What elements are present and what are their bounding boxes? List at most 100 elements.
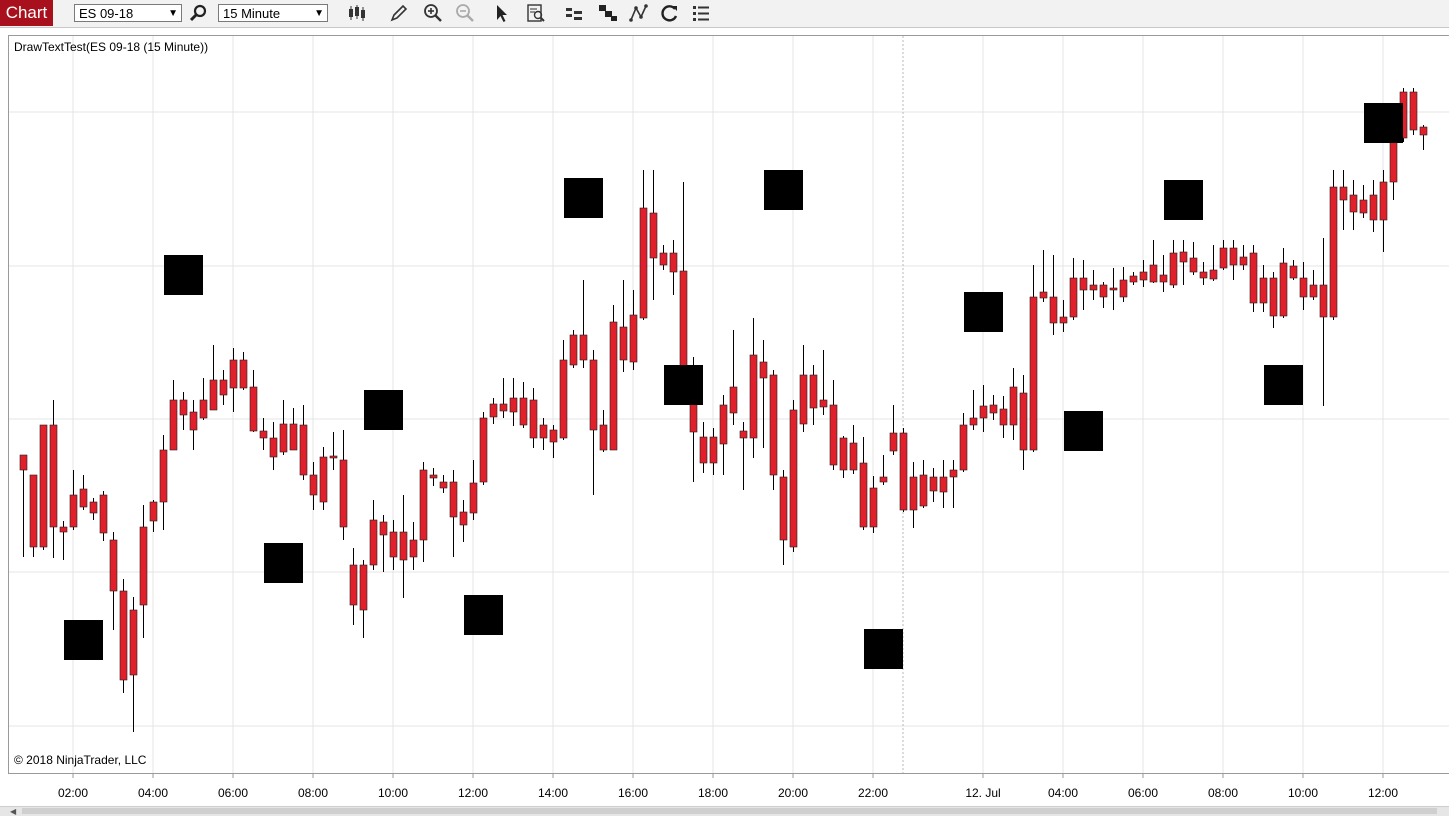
candle-down: [559, 359, 568, 439]
scroll-thumb[interactable]: [22, 808, 1437, 814]
candle-down: [329, 455, 338, 459]
candle-down: [509, 397, 518, 413]
candle-down: [489, 403, 498, 418]
candle-down: [1129, 275, 1138, 283]
candle-down: [1389, 136, 1398, 183]
candle-down: [839, 437, 848, 471]
candle-down: [319, 456, 328, 503]
candle-down: [349, 564, 358, 606]
copyright-notice: © 2018 NinjaTrader, LLC: [14, 753, 147, 767]
x-axis-label: 12:00: [1368, 786, 1398, 800]
candle-down: [399, 531, 408, 561]
candle-down: [829, 404, 838, 466]
candle-down: [289, 423, 298, 451]
candle-down: [999, 408, 1008, 426]
candle-down: [989, 404, 998, 414]
candle-down: [459, 511, 468, 526]
candle-down: [549, 429, 558, 443]
x-axis-label: 06:00: [1128, 786, 1158, 800]
candle-down: [649, 212, 658, 259]
candle-down: [419, 469, 428, 541]
candle-down: [1279, 262, 1288, 317]
indicator-label: DrawTextTest(ES 09-18 (15 Minute)): [14, 40, 209, 54]
candle-down: [69, 494, 78, 528]
candle-down: [539, 424, 548, 439]
candle-down: [279, 423, 288, 453]
candle-down: [1019, 392, 1028, 451]
candle-down: [709, 436, 718, 464]
candle-down: [109, 539, 118, 592]
candle-down: [1259, 277, 1268, 304]
candle-down: [439, 481, 448, 489]
candle-down: [1349, 194, 1358, 213]
draw-text-square: [1064, 411, 1103, 451]
candle-down: [699, 436, 708, 464]
candle-down: [659, 252, 668, 266]
draw-text-square: [264, 543, 303, 583]
candle-down: [969, 417, 978, 426]
candle-down: [1109, 287, 1118, 291]
candle-down: [1009, 386, 1018, 426]
candle-down: [1269, 277, 1278, 317]
candle-down: [1409, 91, 1418, 131]
candle-down: [739, 430, 748, 439]
candle-down: [409, 539, 418, 558]
candle-down: [1369, 194, 1378, 221]
x-axis-label: 14:00: [538, 786, 568, 800]
candle-down: [779, 476, 788, 541]
candle-down: [129, 609, 138, 676]
candle-down: [519, 397, 528, 426]
candle-down: [849, 442, 858, 471]
candle-down: [169, 399, 178, 451]
candle-down: [1139, 271, 1148, 281]
candle-down: [369, 519, 378, 566]
candle-down: [1319, 284, 1328, 318]
candle-down: [239, 359, 248, 389]
candle-down: [379, 521, 388, 536]
candle-down: [89, 501, 98, 514]
candle-down: [479, 417, 488, 483]
candle-down: [49, 424, 58, 528]
candle-down: [149, 501, 158, 522]
candle-down: [1339, 186, 1348, 201]
candle-down: [599, 424, 608, 451]
draw-text-square: [364, 390, 403, 430]
candle-down: [769, 374, 778, 476]
candle-down: [889, 432, 898, 452]
candle-down: [1249, 252, 1258, 304]
candle-down: [629, 314, 638, 363]
candle-down: [859, 462, 868, 528]
candle-down: [749, 354, 758, 439]
candle-down: [339, 459, 348, 528]
candle-down: [1029, 296, 1038, 451]
candle-down: [729, 386, 738, 414]
candle-down: [819, 399, 828, 408]
candle-down: [1209, 269, 1218, 280]
candle-down: [59, 526, 68, 533]
candle-down: [469, 482, 478, 514]
candle-down: [639, 207, 648, 319]
candle-down: [1059, 316, 1068, 324]
draw-text-square: [764, 170, 803, 210]
x-axis-label: 06:00: [218, 786, 248, 800]
candle-down: [789, 409, 798, 548]
candle-down: [899, 432, 908, 511]
candle-down: [669, 252, 678, 273]
candle-down: [579, 334, 588, 361]
candle-down: [929, 476, 938, 492]
draw-text-square: [964, 292, 1003, 332]
candle-down: [29, 474, 38, 548]
candle-down: [799, 374, 808, 425]
candle-down: [1179, 251, 1188, 263]
draw-text-square: [1264, 365, 1303, 405]
draw-text-square: [664, 365, 703, 405]
draw-text-square: [64, 620, 103, 660]
candle-down: [269, 437, 278, 458]
candle-down: [219, 379, 228, 396]
candle-down: [949, 469, 958, 478]
candle-down: [139, 526, 148, 606]
candle-down: [209, 379, 218, 411]
candle-down: [1379, 181, 1388, 221]
candle-down: [809, 374, 818, 409]
draw-text-square: [164, 255, 203, 295]
